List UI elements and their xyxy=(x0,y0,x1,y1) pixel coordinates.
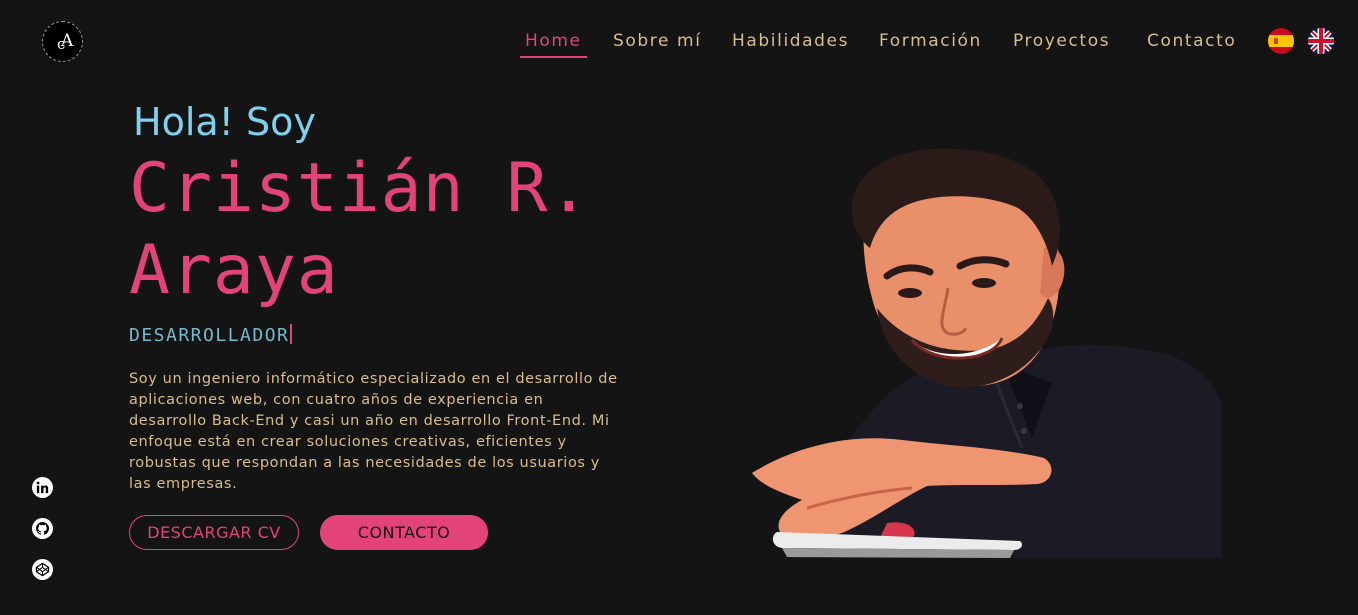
uk-flag-icon[interactable] xyxy=(1308,28,1334,54)
contact-button[interactable]: CONTACTO xyxy=(320,515,488,550)
linkedin-icon[interactable] xyxy=(32,477,53,498)
name-line-1: Cristián R. xyxy=(129,149,591,228)
nav-item-home[interactable]: Home xyxy=(520,30,587,58)
hero-description: Soy un ingeniero informático especializa… xyxy=(129,371,618,492)
github-icon[interactable] xyxy=(32,518,53,539)
nav-item-contacto[interactable]: Contacto xyxy=(1147,30,1236,58)
download-cv-button[interactable]: DESCARGAR CV xyxy=(129,515,299,550)
nav-item-habilidades[interactable]: Habilidades xyxy=(732,30,849,58)
main-nav: Home Sobre mí Habilidades Formación Proy… xyxy=(0,30,1358,58)
nav-item-formacion[interactable]: Formación xyxy=(879,30,982,58)
codepen-icon[interactable] xyxy=(32,559,53,580)
nav-item-proyectos[interactable]: Proyectos xyxy=(1013,30,1110,58)
name-line-2: Araya xyxy=(129,231,339,310)
typing-caret xyxy=(290,324,293,344)
greeting: Hola! Soy xyxy=(133,100,316,144)
hero-name: Cristián R. Araya xyxy=(129,148,599,312)
role-text: DESARROLLADOR xyxy=(129,325,290,346)
portrait-illustration xyxy=(752,148,1222,558)
role-typewriter: DESARROLLADOR xyxy=(129,324,293,346)
spain-flag-icon[interactable] xyxy=(1268,28,1294,54)
nav-item-sobre-mi[interactable]: Sobre mí xyxy=(613,30,702,58)
